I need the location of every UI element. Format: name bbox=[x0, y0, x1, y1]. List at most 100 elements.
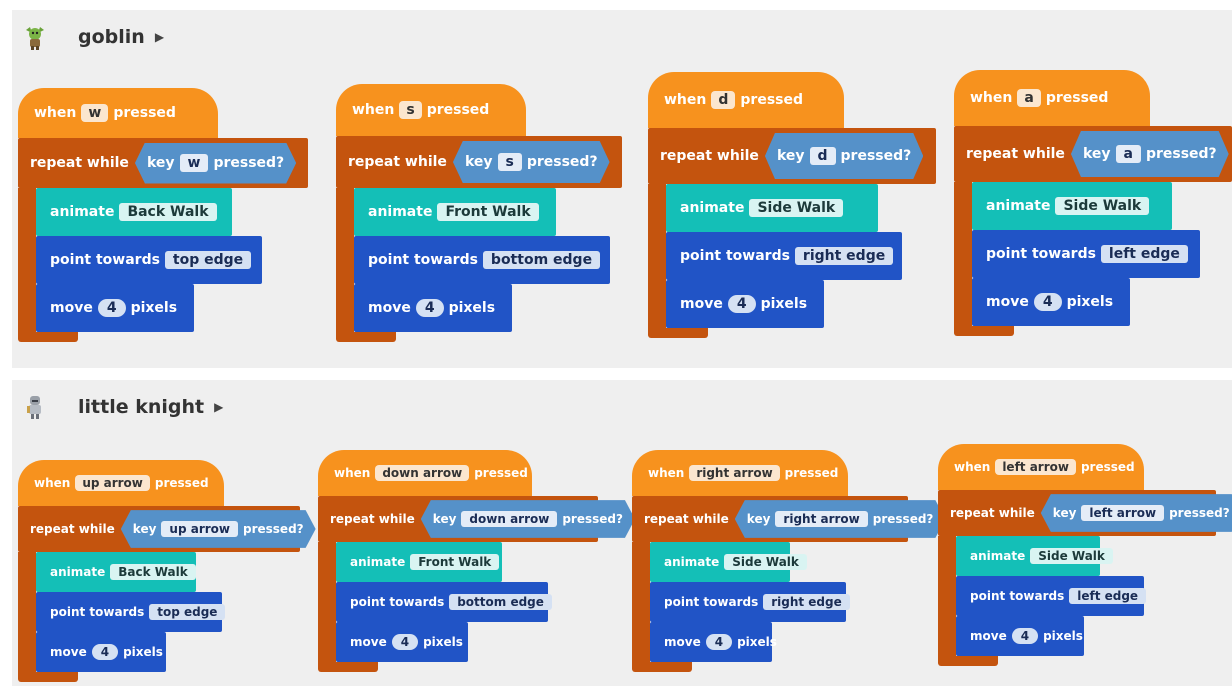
direction-dropdown[interactable]: top edge bbox=[164, 251, 252, 269]
animate-block[interactable]: animate Side Walk bbox=[650, 542, 807, 582]
steps-input[interactable]: 4 bbox=[1033, 293, 1062, 311]
sprite-header-little-knight[interactable]: little knight ▶ bbox=[24, 392, 223, 422]
costume-dropdown[interactable]: Side Walk bbox=[724, 554, 807, 570]
animate-block[interactable]: animate Back Walk bbox=[36, 188, 232, 236]
when-key-pressed-block[interactable]: when d pressed bbox=[648, 72, 844, 128]
steps-input[interactable]: 4 bbox=[727, 295, 756, 313]
point-towards-block[interactable]: point towards right edge bbox=[666, 232, 902, 280]
move-pixels-block[interactable]: move 4 pixels bbox=[336, 622, 468, 662]
animate-block[interactable]: animate Side Walk bbox=[972, 182, 1172, 230]
pressed-label: pressed bbox=[426, 102, 490, 118]
move-pixels-block[interactable]: move 4 pixels bbox=[354, 284, 512, 332]
steps-input[interactable]: 4 bbox=[1011, 628, 1039, 644]
condition-key-dropdown[interactable]: d bbox=[810, 147, 836, 165]
costume-dropdown[interactable]: Front Walk bbox=[437, 203, 539, 221]
move-pixels-block[interactable]: move 4 pixels bbox=[36, 632, 166, 672]
triangle-right-icon[interactable]: ▶ bbox=[155, 30, 164, 44]
steps-input[interactable]: 4 bbox=[91, 644, 119, 660]
direction-dropdown[interactable]: right edge bbox=[763, 594, 850, 610]
point-towards-block[interactable]: point towards left edge bbox=[956, 576, 1147, 616]
direction-dropdown[interactable]: bottom edge bbox=[482, 251, 601, 269]
pixels-label: pixels bbox=[123, 645, 163, 659]
key-dropdown[interactable]: a bbox=[1017, 89, 1041, 107]
move-pixels-block[interactable]: move 4 pixels bbox=[666, 280, 824, 328]
when-key-pressed-block[interactable]: when left arrow pressed bbox=[938, 444, 1144, 490]
key-dropdown[interactable]: up arrow bbox=[75, 475, 150, 491]
costume-dropdown[interactable]: Side Walk bbox=[749, 199, 844, 217]
point-towards-block[interactable]: point towards top edge bbox=[36, 236, 262, 284]
sprite-header-goblin[interactable]: goblin ▶ bbox=[24, 22, 164, 52]
animate-label: animate bbox=[664, 555, 720, 569]
condition-key-dropdown[interactable]: s bbox=[498, 153, 522, 171]
when-key-pressed-block[interactable]: when w pressed bbox=[18, 88, 218, 138]
costume-dropdown[interactable]: Back Walk bbox=[110, 564, 196, 580]
costume-dropdown[interactable]: Front Walk bbox=[410, 554, 500, 570]
steps-input[interactable]: 4 bbox=[415, 299, 444, 317]
direction-dropdown[interactable]: top edge bbox=[149, 604, 226, 620]
key-label: key bbox=[776, 148, 805, 164]
direction-dropdown[interactable]: right edge bbox=[794, 247, 894, 265]
direction-dropdown[interactable]: left edge bbox=[1069, 588, 1147, 604]
pressed-label: pressed bbox=[113, 105, 176, 121]
triangle-right-icon[interactable]: ▶ bbox=[214, 400, 223, 414]
when-key-pressed-block[interactable]: when a pressed bbox=[954, 70, 1150, 126]
repeat-while-block[interactable]: repeat while key s pressed? bbox=[336, 136, 622, 188]
repeat-while-block[interactable]: repeat while key a pressed? bbox=[954, 126, 1232, 182]
point-towards-block[interactable]: point towards bottom edge bbox=[336, 582, 552, 622]
key-pressed-condition[interactable]: key up arrow pressed? bbox=[121, 510, 316, 548]
when-key-pressed-block[interactable]: when down arrow pressed bbox=[318, 450, 532, 496]
key-pressed-condition[interactable]: key down arrow pressed? bbox=[421, 500, 635, 538]
steps-input[interactable]: 4 bbox=[97, 299, 126, 317]
direction-dropdown[interactable]: bottom edge bbox=[449, 594, 552, 610]
animate-block[interactable]: animate Front Walk bbox=[354, 188, 556, 236]
repeat-while-block[interactable]: repeat while key d pressed? bbox=[648, 128, 936, 184]
repeat-while-block[interactable]: repeat while key down arrow pressed? bbox=[318, 496, 598, 542]
point-towards-block[interactable]: point towards right edge bbox=[650, 582, 850, 622]
point-towards-block[interactable]: point towards bottom edge bbox=[354, 236, 610, 284]
repeat-while-block[interactable]: repeat while key w pressed? bbox=[18, 138, 308, 188]
animate-label: animate bbox=[350, 555, 406, 569]
repeat-while-foot bbox=[318, 662, 378, 672]
key-pressed-condition[interactable]: key a pressed? bbox=[1071, 131, 1229, 177]
animate-label: animate bbox=[970, 549, 1026, 563]
repeat-while-block[interactable]: repeat while key left arrow pressed? bbox=[938, 490, 1216, 536]
key-pressed-condition[interactable]: key left arrow pressed? bbox=[1041, 494, 1232, 532]
direction-dropdown[interactable]: left edge bbox=[1100, 245, 1188, 263]
key-dropdown[interactable]: s bbox=[399, 101, 422, 119]
key-dropdown[interactable]: right arrow bbox=[689, 465, 780, 481]
condition-key-dropdown[interactable]: up arrow bbox=[161, 521, 238, 537]
key-pressed-condition[interactable]: key s pressed? bbox=[453, 141, 610, 184]
point-towards-block[interactable]: point towards left edge bbox=[972, 230, 1200, 278]
point-towards-block[interactable]: point towards top edge bbox=[36, 592, 226, 632]
key-pressed-condition[interactable]: key w pressed? bbox=[135, 143, 296, 184]
costume-dropdown[interactable]: Back Walk bbox=[119, 203, 217, 221]
repeat-while-block[interactable]: repeat while key right arrow pressed? bbox=[632, 496, 908, 542]
costume-dropdown[interactable]: Side Walk bbox=[1055, 197, 1150, 215]
key-dropdown[interactable]: d bbox=[711, 91, 736, 109]
animate-block[interactable]: animate Front Walk bbox=[336, 542, 502, 582]
costume-dropdown[interactable]: Side Walk bbox=[1030, 548, 1113, 564]
condition-key-dropdown[interactable]: left arrow bbox=[1081, 505, 1164, 521]
move-pixels-block[interactable]: move 4 pixels bbox=[972, 278, 1130, 326]
condition-key-dropdown[interactable]: a bbox=[1116, 145, 1141, 163]
key-dropdown[interactable]: w bbox=[81, 104, 109, 122]
move-pixels-block[interactable]: move 4 pixels bbox=[36, 284, 194, 332]
condition-key-dropdown[interactable]: right arrow bbox=[775, 511, 867, 527]
steps-input[interactable]: 4 bbox=[705, 634, 733, 650]
move-pixels-block[interactable]: move 4 pixels bbox=[650, 622, 777, 662]
key-dropdown[interactable]: down arrow bbox=[375, 465, 470, 481]
key-pressed-condition[interactable]: key right arrow pressed? bbox=[735, 500, 946, 538]
animate-block[interactable]: animate Side Walk bbox=[666, 184, 878, 232]
condition-key-dropdown[interactable]: down arrow bbox=[461, 511, 557, 527]
key-dropdown[interactable]: left arrow bbox=[995, 459, 1076, 475]
steps-input[interactable]: 4 bbox=[391, 634, 419, 650]
when-key-pressed-block[interactable]: when up arrow pressed bbox=[18, 460, 224, 506]
animate-block[interactable]: animate Side Walk bbox=[956, 536, 1113, 576]
animate-block[interactable]: animate Back Walk bbox=[36, 552, 196, 592]
move-pixels-block[interactable]: move 4 pixels bbox=[956, 616, 1084, 656]
when-key-pressed-block[interactable]: when s pressed bbox=[336, 84, 526, 136]
repeat-while-block[interactable]: repeat while key up arrow pressed? bbox=[18, 506, 300, 552]
condition-key-dropdown[interactable]: w bbox=[180, 154, 209, 172]
when-key-pressed-block[interactable]: when right arrow pressed bbox=[632, 450, 848, 496]
key-pressed-condition[interactable]: key d pressed? bbox=[765, 133, 923, 179]
